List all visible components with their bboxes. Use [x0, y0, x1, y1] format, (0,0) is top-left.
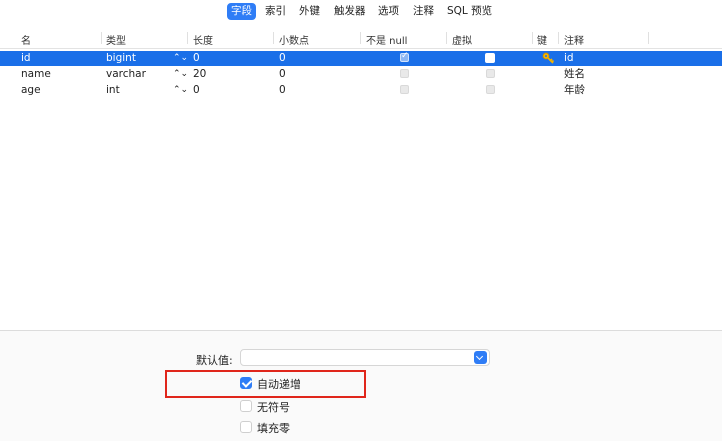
column-header-type[interactable]: 类型: [106, 32, 126, 47]
column-separator[interactable]: [648, 32, 649, 44]
column-header-decimals[interactable]: 小数点: [279, 32, 309, 47]
column-separator[interactable]: [558, 32, 559, 44]
field-decimals-cell[interactable]: 0: [279, 68, 286, 81]
auto-increment-label[interactable]: 自动递增: [257, 376, 301, 392]
field-type-cell[interactable]: bigint: [106, 52, 136, 65]
tab-foreign-keys[interactable]: 外键: [295, 3, 324, 20]
column-header-comment[interactable]: 注释: [564, 32, 584, 47]
field-type-cell[interactable]: varchar: [106, 68, 146, 81]
type-stepper-icon[interactable]: ⌃⌄: [173, 85, 188, 96]
tab-sql-preview[interactable]: SQL 预览: [443, 3, 496, 20]
type-stepper-icon[interactable]: ⌃⌄: [173, 53, 188, 64]
virtual-checkbox[interactable]: [485, 53, 495, 63]
field-comment-cell[interactable]: 年龄: [564, 84, 585, 97]
column-header-length[interactable]: 长度: [193, 32, 213, 47]
field-type-cell[interactable]: int: [106, 84, 120, 97]
column-separator[interactable]: [446, 32, 447, 44]
unsigned-checkbox[interactable]: [240, 400, 252, 412]
column-separator[interactable]: [187, 32, 188, 44]
not-null-checkbox[interactable]: [400, 69, 409, 78]
column-separator[interactable]: [101, 32, 102, 44]
tab-triggers[interactable]: 触发器: [330, 3, 370, 20]
tab-comments[interactable]: 注释: [409, 3, 438, 20]
type-stepper-icon[interactable]: ⌃⌄: [173, 69, 188, 80]
column-header-name[interactable]: 名: [21, 32, 31, 47]
primary-key-icon: [542, 52, 555, 64]
column-separator[interactable]: [360, 32, 361, 44]
not-null-checkbox[interactable]: [400, 51, 409, 62]
table-header: 名 类型 长度 小数点 不是 null 虚拟 键 注释: [0, 29, 722, 49]
field-length-cell[interactable]: 0: [193, 84, 200, 97]
field-name-cell[interactable]: name: [21, 68, 51, 81]
field-name-cell[interactable]: id: [21, 52, 31, 65]
auto-increment-checkbox[interactable]: [240, 377, 252, 389]
default-value-label: 默认值:: [196, 354, 233, 367]
table-row[interactable]: name varchar ⌃⌄ 20 0 姓名: [0, 67, 722, 82]
tab-bar: 字段 索引 外键 触发器 选项 注释 SQL 预览: [0, 0, 722, 27]
not-null-checkbox[interactable]: [400, 85, 409, 94]
field-decimals-cell[interactable]: 0: [279, 84, 286, 97]
default-value-combobox[interactable]: [240, 349, 490, 366]
virtual-checkbox[interactable]: [486, 85, 495, 94]
column-header-virtual[interactable]: 虚拟: [452, 32, 472, 47]
zerofill-label[interactable]: 填充零: [257, 420, 290, 436]
field-name-cell[interactable]: age: [21, 84, 41, 97]
table-row[interactable]: id bigint ⌃⌄ 0 0 id: [0, 51, 722, 66]
column-header-not-null[interactable]: 不是 null: [366, 32, 407, 47]
zerofill-checkbox[interactable]: [240, 421, 252, 433]
field-length-cell[interactable]: 20: [193, 68, 206, 81]
field-decimals-cell[interactable]: 0: [279, 52, 286, 65]
field-comment-cell[interactable]: id: [564, 52, 574, 65]
column-header-key[interactable]: 键: [537, 32, 547, 47]
field-length-cell[interactable]: 0: [193, 52, 200, 65]
table-row[interactable]: age int ⌃⌄ 0 0 年龄: [0, 83, 722, 98]
column-separator[interactable]: [273, 32, 274, 44]
chevron-down-icon[interactable]: [474, 351, 487, 364]
tab-fields[interactable]: 字段: [227, 3, 256, 20]
tab-options[interactable]: 选项: [374, 3, 403, 20]
unsigned-label[interactable]: 无符号: [257, 399, 290, 415]
column-separator[interactable]: [532, 32, 533, 44]
field-comment-cell[interactable]: 姓名: [564, 68, 585, 81]
virtual-checkbox[interactable]: [486, 69, 495, 78]
tab-indexes[interactable]: 索引: [261, 3, 290, 20]
